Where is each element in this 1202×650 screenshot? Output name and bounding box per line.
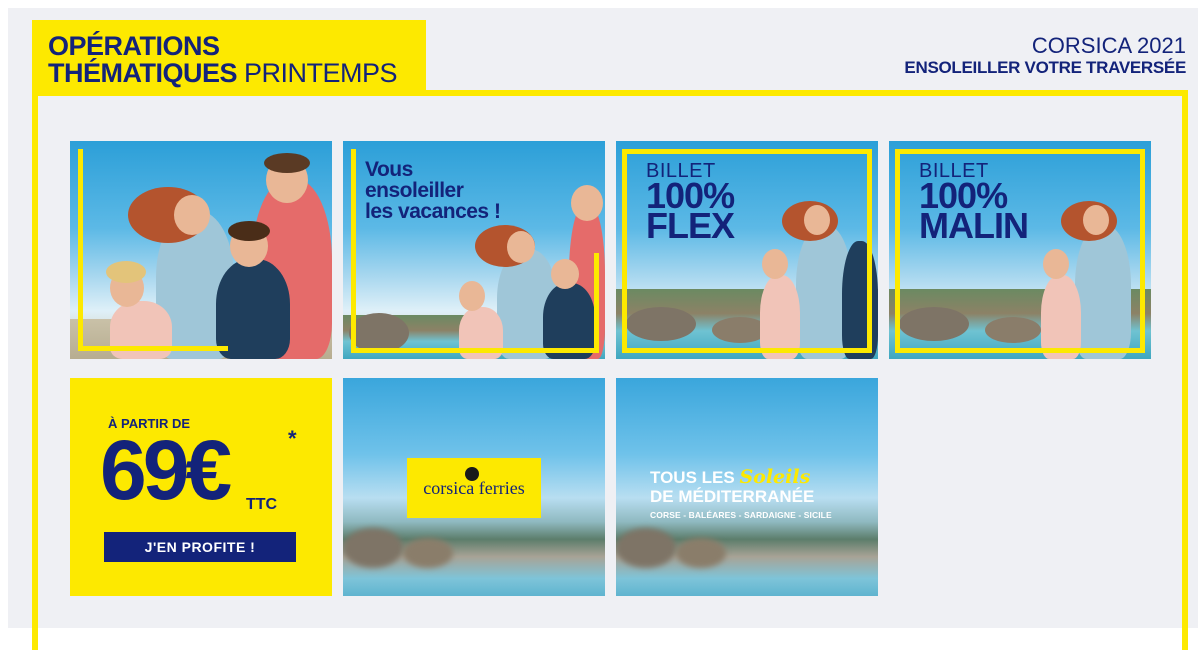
yellow-bracket-bottom: [351, 348, 599, 353]
yellow-bracket-bottom: [78, 346, 228, 351]
tile-headline: BILLET 100% FLEX: [646, 161, 735, 246]
woman-head: [174, 195, 210, 235]
header-title-line1: OPÉRATIONS: [48, 31, 220, 61]
boy-head: [551, 259, 579, 289]
boy-figure: [216, 259, 290, 359]
banner-tile-brand[interactable]: corsica ferries: [343, 378, 605, 596]
soleils-line1: TOUS LES Soleils: [650, 468, 810, 487]
corner-title-line1: CORSICA 2021: [1031, 33, 1186, 58]
yellow-bracket-left: [351, 149, 356, 353]
soleils-line2: DE MÉDITERRANÉE: [650, 487, 815, 506]
yellow-bracket-right: [594, 253, 599, 353]
soleils-destinations: CORSE - BALÉARES - SARDAIGNE - SICILE: [650, 510, 832, 520]
jen-profite-button[interactable]: J'EN PROFITE !: [104, 532, 296, 562]
corner-title: CORSICA 2021 ENSOLEILLER VOTRE TRAVERSÉE: [904, 34, 1186, 78]
banner-tile-family[interactable]: [70, 141, 332, 359]
girl-head: [459, 281, 485, 311]
tile-headline: BILLET 100% MALIN: [919, 161, 1029, 246]
headline-line3: les vacances !: [365, 200, 501, 223]
header-title-light: PRINTEMPS: [244, 58, 398, 88]
header-title-bold: THÉMATIQUES: [48, 58, 238, 88]
banner-tile-soleils[interactable]: TOUS LES Soleils DE MÉDITERRANÉE CORSE -…: [616, 378, 878, 596]
banner-tile-price[interactable]: À PARTIR DE 69€ * TTC J'EN PROFITE !: [70, 378, 332, 596]
headline-line2: ensoleiller: [365, 179, 464, 202]
girl-hair: [106, 261, 146, 283]
rock-shape: [676, 538, 726, 568]
headline-flex: FLEX: [646, 205, 735, 246]
woman-head: [507, 231, 535, 263]
rock-shape: [616, 528, 676, 568]
soleils-tous-les: TOUS LES: [650, 468, 735, 487]
rock-shape: [349, 313, 409, 353]
headline-line1: Vous: [365, 158, 413, 181]
tile-headline: Vous ensoleiller les vacances !: [365, 158, 501, 223]
price-value: 69€: [100, 423, 232, 517]
headline-malin: MALIN: [919, 205, 1029, 246]
brand-logo-text: corsica ferries: [423, 478, 525, 498]
price-ttc: TTC: [246, 496, 278, 513]
banner-tile-malin[interactable]: BILLET 100% MALIN: [889, 141, 1151, 359]
man-hair: [264, 153, 310, 173]
rock-shape: [403, 538, 453, 568]
header-title-line2: THÉMATIQUES PRINTEMPS: [48, 58, 398, 88]
banner-tile-vacances[interactable]: Vous ensoleiller les vacances !: [343, 141, 605, 359]
banner-tile-flex[interactable]: BILLET 100% FLEX: [616, 141, 878, 359]
price-asterisk: *: [288, 426, 297, 451]
yellow-bracket-left: [78, 149, 83, 351]
corner-title-line2: ENSOLEILLER VOTRE TRAVERSÉE: [904, 58, 1186, 77]
boy-hair: [228, 221, 270, 241]
soleils-script-word: Soleils: [739, 466, 811, 488]
rock-shape: [343, 528, 403, 568]
man-head: [571, 185, 603, 221]
